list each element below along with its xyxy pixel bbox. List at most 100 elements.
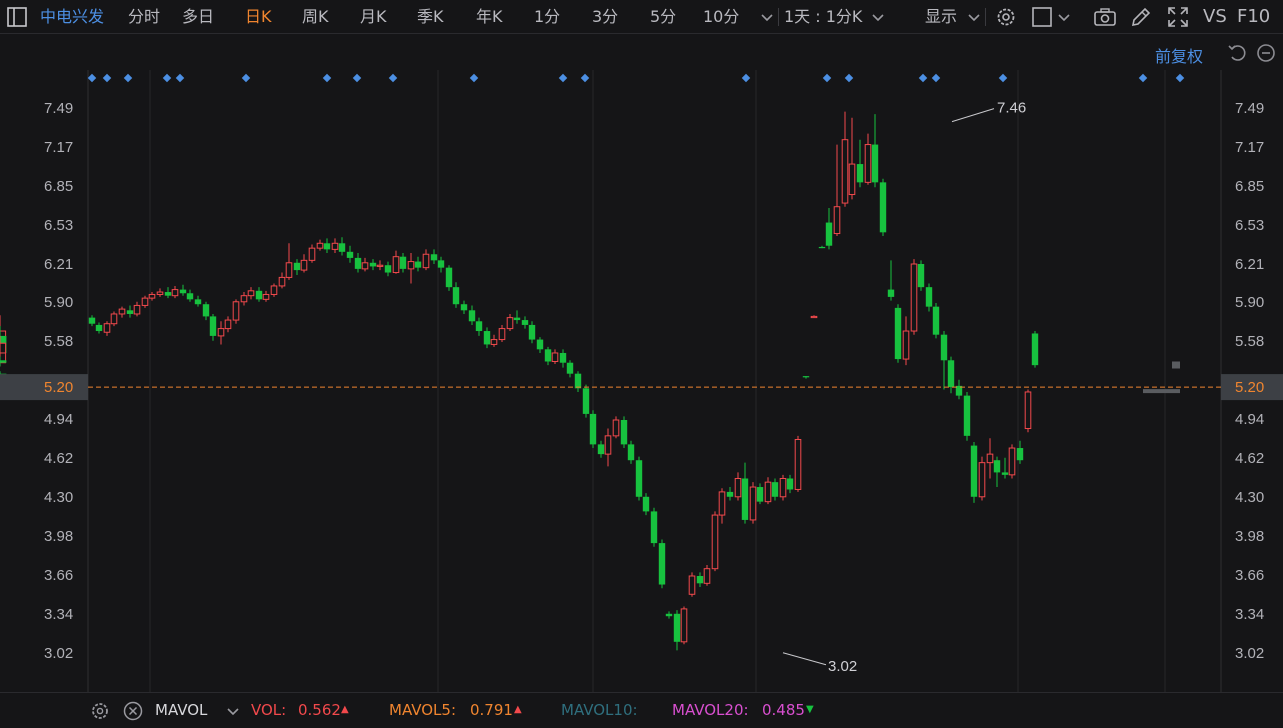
square-shape-icon[interactable]: [1030, 5, 1054, 29]
price-tick-label-left: 4.94: [44, 411, 73, 428]
candle-body: [825, 222, 833, 246]
close-circle-icon[interactable]: [121, 699, 145, 723]
tab-5min[interactable]: 5分: [650, 0, 676, 34]
chevron-down-icon[interactable]: [1052, 5, 1076, 29]
candle: [688, 572, 696, 597]
candle-body: [262, 293, 270, 300]
price-tick-label-left: 7.17: [44, 139, 73, 156]
tab-multi-day[interactable]: 多日: [182, 0, 214, 34]
candle-body: [1008, 447, 1016, 476]
candle-body: [559, 352, 567, 363]
candle-body: [536, 339, 544, 350]
pencil-icon[interactable]: [1129, 5, 1153, 29]
candle-body: [300, 259, 308, 271]
candle-body: [247, 290, 255, 297]
tab-weekly-k[interactable]: 周K: [302, 0, 329, 34]
candle-body: [756, 487, 764, 502]
chevron-down-icon[interactable]: [866, 5, 890, 29]
candle-body: [978, 462, 986, 498]
display-menu[interactable]: 显示: [925, 0, 957, 34]
candle-body: [346, 251, 354, 258]
price-tick-label-right: 6.21: [1235, 256, 1264, 273]
candle-body: [848, 163, 856, 196]
f10-button[interactable]: F10: [1237, 0, 1270, 34]
sidebar-toggle-icon[interactable]: [6, 5, 30, 29]
candle-body: [864, 144, 872, 183]
price-tick-label-left: 6.85: [44, 178, 73, 195]
candle-body: [620, 420, 628, 445]
tab-quarterly-k[interactable]: 季K: [417, 0, 444, 34]
chevron-down-icon[interactable]: [755, 5, 779, 29]
candle-body: [658, 543, 666, 585]
interval-select[interactable]: 1天 : 1分K: [784, 0, 862, 34]
candle-body: [612, 419, 620, 437]
mavol20-label: MAVOL20:: [672, 701, 749, 719]
mavol5-up-arrow-icon: ▲: [514, 704, 522, 715]
candle-body: [871, 144, 879, 183]
indicator-name[interactable]: MAVOL: [155, 701, 207, 719]
undo-icon[interactable]: [1226, 41, 1250, 65]
vs-button[interactable]: VS: [1203, 0, 1227, 34]
indicator-bar: MAVOL VOL: 0.562 ▲ MAVOL5: 0.791 ▲ MAVOL…: [0, 692, 1283, 728]
candle-body: [0, 360, 7, 363]
candle-body: [970, 445, 978, 497]
candle: [970, 441, 978, 503]
price-tick-label-left: 5.90: [44, 294, 73, 311]
candle-body: [270, 285, 278, 295]
candle-body: [703, 568, 711, 584]
tab-intraday[interactable]: 分时: [128, 0, 160, 34]
candle: [620, 416, 628, 449]
adjust-mode-button[interactable]: 前复权: [1155, 43, 1203, 67]
candle-body: [308, 247, 316, 261]
tab-1min[interactable]: 1分: [534, 0, 560, 34]
candle-body: [148, 293, 156, 299]
camera-icon[interactable]: [1093, 5, 1117, 29]
candle-body: [764, 481, 772, 503]
candle-body: [278, 276, 286, 287]
candle: [711, 511, 719, 572]
candle: [779, 474, 787, 501]
price-tick-label-right: 3.02: [1235, 645, 1264, 662]
candle: [910, 259, 918, 335]
chevron-down-icon[interactable]: [962, 5, 986, 29]
candle: [1008, 444, 1016, 479]
price-tick-label-left: 3.98: [44, 528, 73, 545]
candle-body: [597, 444, 605, 455]
price-tick-label-left: 4.30: [44, 489, 73, 506]
candle-body: [574, 373, 582, 389]
candle: [110, 311, 118, 327]
fullscreen-icon[interactable]: [1166, 5, 1190, 29]
candle-body: [384, 265, 392, 273]
last-price-bar: [1143, 389, 1180, 394]
candle: [1024, 389, 1032, 433]
stock-name[interactable]: 中电兴发: [40, 0, 104, 34]
tab-3min[interactable]: 3分: [592, 0, 618, 34]
zoom-out-icon[interactable]: [1254, 41, 1278, 65]
tab-daily-k[interactable]: 日K: [245, 0, 272, 34]
candle-body: [506, 317, 514, 330]
chart-canvas[interactable]: 7.49 7.17 6.85 6.53 6.21 5.90 5.58 4.94 4.62 4.30…: [0, 70, 1283, 692]
candle-body: [376, 264, 384, 267]
candle: [635, 456, 643, 501]
candle-body: [650, 511, 658, 544]
candlestick-chart[interactable]: 7.49 7.17 6.85 6.53 6.21 5.90 5.58 4.94 4.62 4.30…: [0, 70, 1283, 692]
candle-body: [285, 262, 293, 278]
candle-body: [833, 206, 841, 235]
price-tick-label-left: 7.49: [44, 100, 73, 117]
candle-body: [460, 304, 468, 311]
tab-yearly-k[interactable]: 年K: [476, 0, 503, 34]
candle-body: [1024, 391, 1032, 430]
candle-body: [771, 482, 779, 497]
divider: [778, 8, 779, 26]
chevron-down-icon[interactable]: [221, 699, 245, 723]
settings-gear-icon[interactable]: [994, 5, 1018, 29]
indicator-settings-gear-icon[interactable]: [88, 699, 112, 723]
tab-monthly-k[interactable]: 月K: [360, 0, 387, 34]
candle-body: [711, 514, 719, 570]
candle-body: [399, 256, 407, 269]
candle: [963, 391, 971, 441]
price-tick-label-right: 3.34: [1235, 606, 1264, 623]
price-tick-label-right: 5.58: [1235, 333, 1264, 350]
high-label: 7.46: [997, 100, 1026, 117]
tab-10min[interactable]: 10分: [703, 0, 739, 34]
